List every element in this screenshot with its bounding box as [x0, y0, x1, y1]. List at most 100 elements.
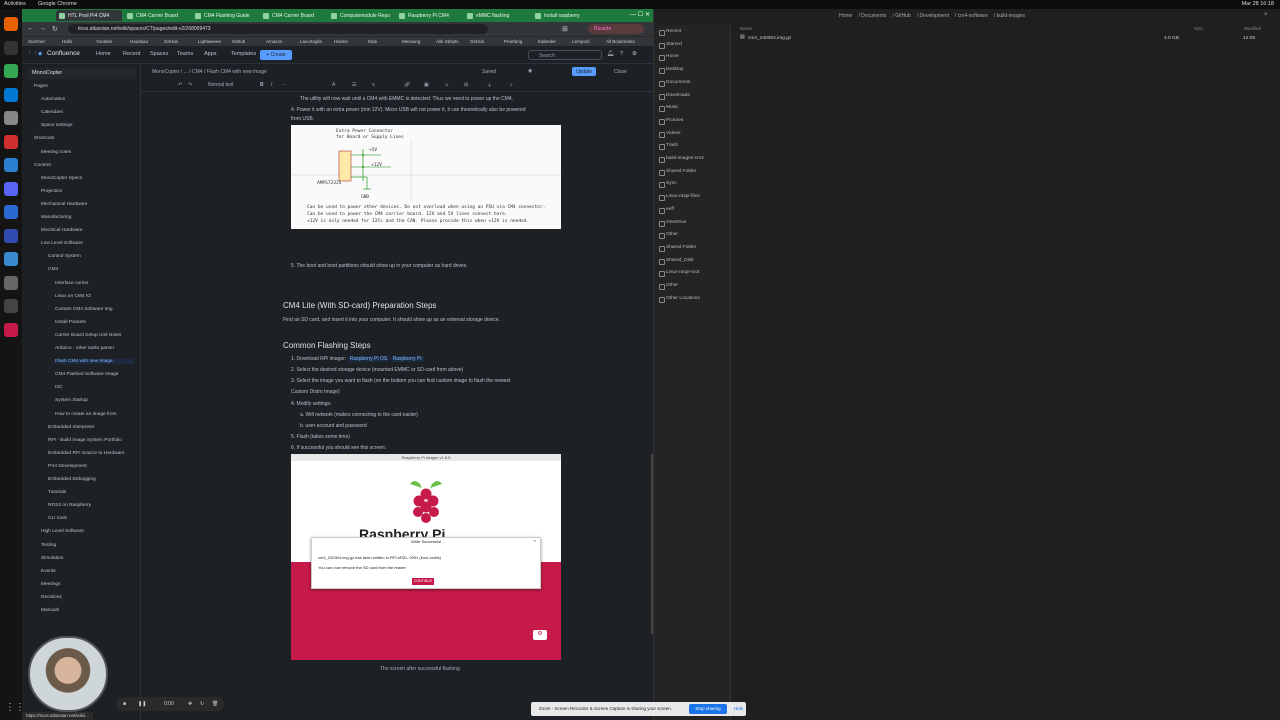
rpi-imager-link[interactable]: Raspberry Pi OS — [347, 356, 390, 362]
browser-tab[interactable]: eMMC flashing — [464, 10, 530, 21]
insert-icon[interactable]: ＋ — [487, 82, 492, 89]
sidebar-item[interactable]: ROS2 on Raspberry — [48, 503, 134, 508]
undo-icon[interactable]: ↶ — [178, 82, 182, 88]
find-icon[interactable]: ⌕ — [510, 82, 513, 88]
nav-home[interactable]: Home — [96, 51, 111, 57]
bookmark-item[interactable]: Lavurtoglie — [300, 39, 322, 44]
hide-button[interactable]: Hide — [734, 706, 743, 711]
text-color-icon[interactable]: A — [332, 82, 335, 88]
place-item[interactable]: Sync — [659, 181, 677, 189]
path-segment[interactable]: Development — [920, 13, 949, 19]
profile-chip[interactable]: Ricardo — [588, 24, 644, 34]
sidebar-item[interactable]: Custom CM4 Software Img — [55, 307, 134, 312]
column-modified[interactable]: Modified — [1244, 26, 1261, 31]
column-name[interactable]: Name — [740, 26, 752, 31]
nav-apps[interactable]: Apps — [204, 51, 217, 57]
nav-templates[interactable]: Templates — [231, 51, 256, 57]
sidebar-item[interactable]: Calendars — [41, 110, 134, 115]
place-item[interactable]: Trash — [658, 143, 678, 151]
place-item[interactable]: eeff — [659, 207, 674, 214]
sidebar-item[interactable]: Manuals — [41, 608, 134, 613]
sidebar-item[interactable]: Mechanical Hardware — [41, 202, 134, 207]
update-button[interactable]: Update — [572, 67, 596, 76]
place-item[interactable]: Starred — [659, 42, 682, 49]
browser-tab[interactable]: Raspberry Pi CM4 — [396, 10, 462, 21]
sidebar-item[interactable]: Pages — [34, 84, 134, 89]
italic-button[interactable]: I — [271, 82, 272, 88]
search-input[interactable]: Search — [528, 50, 602, 60]
forward-icon[interactable]: → — [39, 25, 46, 32]
place-item[interactable]: Linux-raspi-root — [658, 270, 699, 278]
redo-icon[interactable]: ↷ — [188, 82, 192, 88]
sidebar-item[interactable]: Low Level Software — [41, 241, 134, 246]
reload-icon[interactable]: ↻ — [52, 25, 58, 33]
path-segment[interactable]: cm4-software — [958, 13, 988, 19]
discord-icon[interactable] — [4, 181, 18, 196]
browser-tab[interactable]: Computemodule Repo — [328, 10, 394, 21]
sidebar-item[interactable]: RPI - Build Image System Portfolio — [48, 438, 134, 443]
webcam-overlay[interactable] — [28, 636, 108, 712]
help-icon[interactable]: ? — [620, 51, 623, 57]
breadcrumb[interactable]: MonoCopter / ... / CM4 / Flash CM4 with … — [152, 69, 267, 75]
sidebar-item[interactable]: Install Packets — [55, 320, 134, 325]
sidebar-item[interactable]: Content — [34, 163, 134, 168]
bookmark-item[interactable]: Hacker — [334, 39, 348, 44]
delete-icon[interactable]: 🗑︎ — [212, 701, 218, 707]
browser-tab[interactable]: HTL Pool Pi4 CM4 — [56, 10, 122, 21]
notifications-icon[interactable]: 🔔︎ — [607, 51, 614, 57]
bookmark-item[interactable]: Hallo — [62, 39, 72, 44]
sidebar-item[interactable]: How to create an image from — [55, 412, 134, 417]
network-icon[interactable] — [4, 158, 18, 172]
place-item[interactable]: Other — [659, 232, 678, 240]
back-icon[interactable]: ← — [27, 25, 34, 32]
sidebar-item[interactable]: Carrier Board Setup Unit Notes — [55, 333, 134, 338]
sidebar-item[interactable]: Interface carrier — [55, 281, 134, 286]
close-icon[interactable]: × — [534, 538, 536, 543]
text-style-select[interactable]: Normal text — [208, 82, 234, 88]
sidebar-item[interactable]: CM4 — [48, 267, 134, 272]
place-item[interactable]: Other Locations — [659, 296, 700, 303]
apps-switcher-icon[interactable]: ⋮⋮ — [27, 51, 38, 57]
bookmark-item[interactable]: Lightweeee — [198, 39, 221, 44]
place-item[interactable]: Linux-raspi-files — [659, 194, 700, 202]
system-clock[interactable]: Mar 28 16:18 — [1242, 1, 1274, 7]
active-app-label[interactable]: Google Chrome — [38, 1, 77, 7]
bullet-list-icon[interactable]: ☰ — [352, 82, 356, 88]
restart-icon[interactable]: ↻ — [200, 701, 204, 707]
sidebar-item[interactable]: Embedded Debugging — [48, 477, 134, 482]
sidebar-item[interactable]: Space settings — [41, 123, 134, 128]
place-item[interactable]: Pictures — [658, 118, 683, 125]
sidebar-item[interactable]: Linux on CM4 IO — [55, 294, 134, 299]
bold-button[interactable]: B — [260, 82, 264, 88]
firefox-icon[interactable] — [4, 17, 18, 31]
path-segment[interactable]: Documents — [861, 13, 886, 19]
sidebar-item[interactable]: Decisions — [41, 595, 134, 600]
sidebar-item[interactable]: Electrical Hardware — [41, 228, 134, 233]
sidebar-item[interactable]: PX4 Development — [48, 464, 134, 469]
create-button[interactable]: + Create — [260, 50, 292, 60]
confluence-logo[interactable]: Confluence — [47, 50, 80, 57]
place-item[interactable]: Music — [659, 105, 679, 113]
show-apps-icon[interactable]: ⋮⋮ — [5, 702, 25, 714]
sidebar-item[interactable]: CM4 Flashed Software Image — [55, 372, 134, 377]
path-segment[interactable]: build-images — [997, 13, 1025, 19]
place-item[interactable]: build-images-cm4 — [659, 156, 704, 163]
sidebar-item[interactable]: Tutorials — [48, 490, 134, 495]
extensions-icon[interactable]: ⊞ — [562, 25, 568, 33]
vscode-icon[interactable] — [4, 87, 18, 102]
avatar[interactable]: ◉ — [528, 68, 532, 74]
list-item[interactable]: ▤ cm4_240304.img.gz 4.0 GB 12:08 — [740, 35, 1275, 43]
sidebar-item[interactable]: Meetings — [41, 582, 134, 587]
browser-tab[interactable]: CM4 Carrier Board — [124, 10, 190, 21]
drive-icon[interactable] — [4, 275, 18, 290]
files-icon[interactable] — [4, 111, 18, 125]
table-icon[interactable]: ⊞ — [464, 82, 468, 88]
stop-sharing-button[interactable]: Stop sharing — [689, 704, 727, 714]
more-formatting-button[interactable]: ··· — [282, 82, 287, 88]
activities-label[interactable]: Activities — [4, 1, 26, 7]
sidebar-item[interactable]: Shortcuts — [34, 136, 134, 141]
bookmark-item[interactable]: Github — [232, 39, 245, 44]
sidebar-item[interactable]: Automation — [41, 97, 134, 102]
place-item[interactable]: OneDrive — [658, 220, 686, 227]
image-icon[interactable]: ▣ — [424, 82, 429, 88]
